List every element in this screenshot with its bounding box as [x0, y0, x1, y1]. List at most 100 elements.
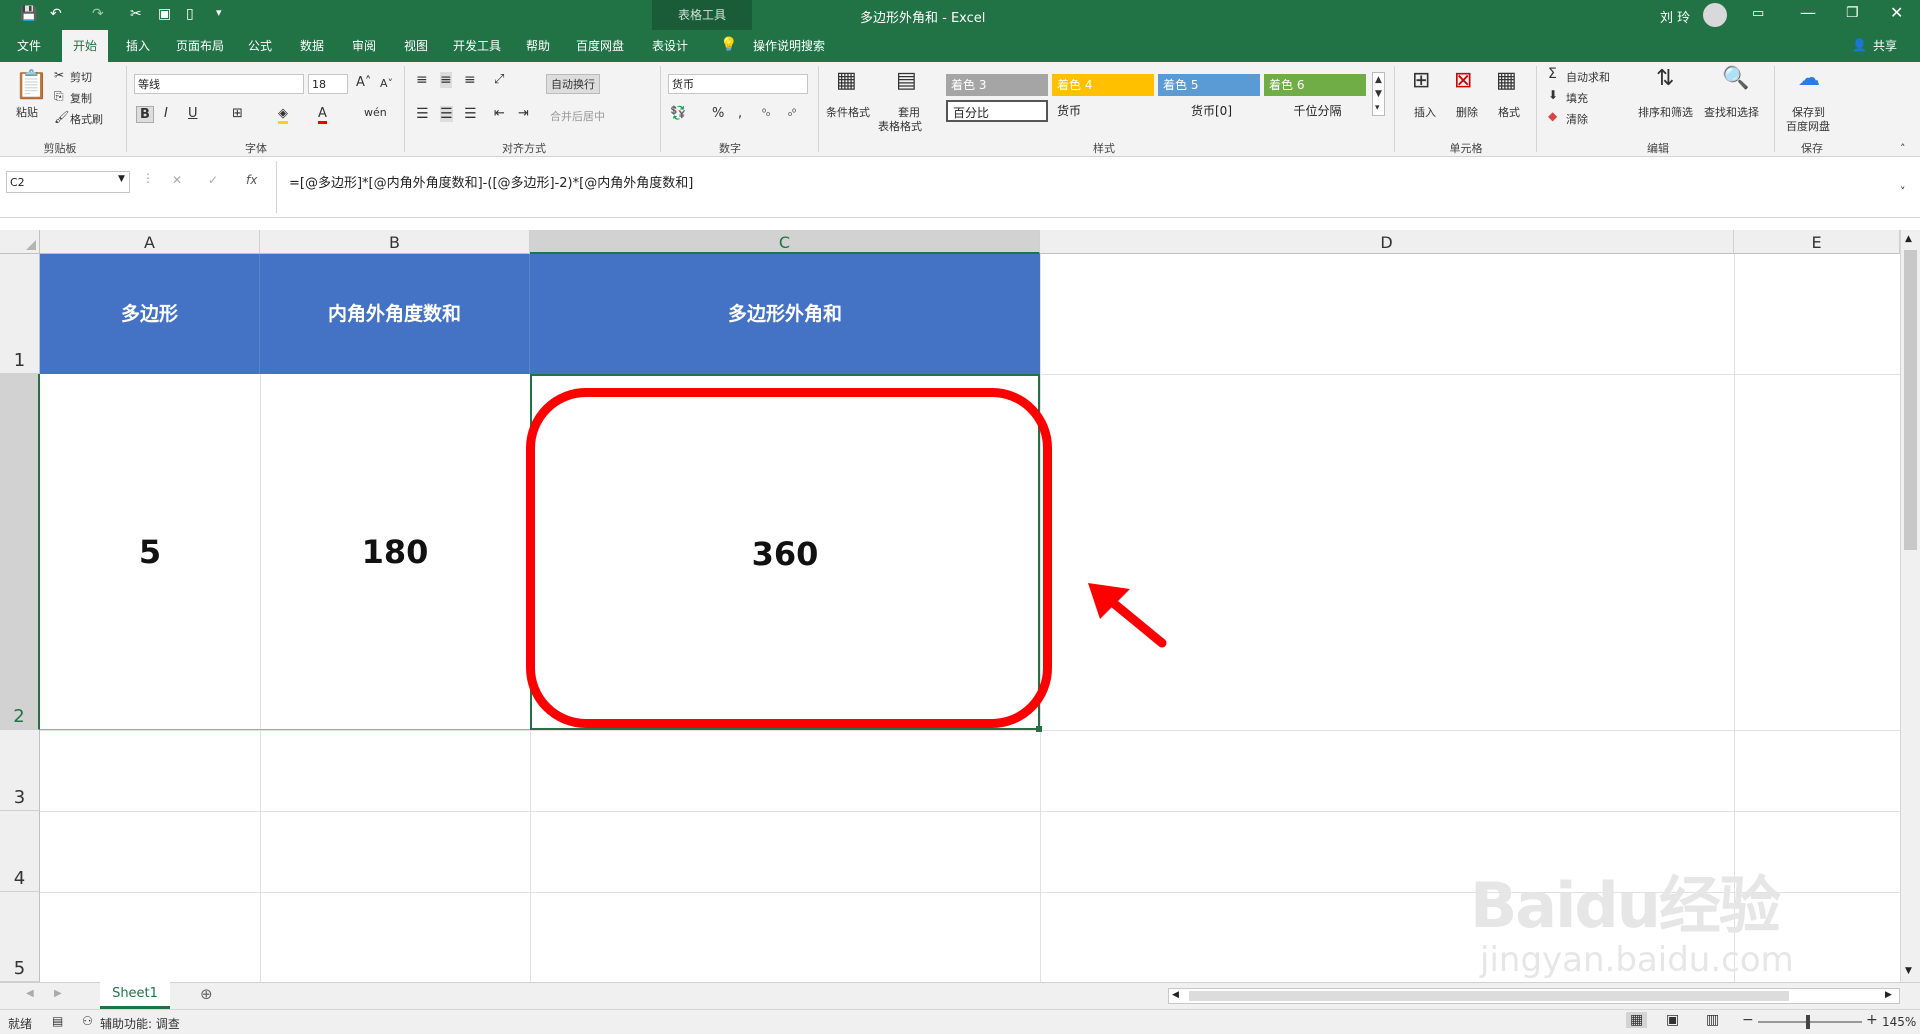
normal-view-icon[interactable]: ▦: [1626, 1012, 1648, 1028]
cell-style-currency[interactable]: 货币: [1052, 100, 1154, 122]
align-center-icon[interactable]: ☰: [440, 106, 453, 122]
row-header-2[interactable]: 2: [0, 374, 40, 730]
redo-icon[interactable]: ↷: [92, 6, 104, 22]
zoom-out-icon[interactable]: −: [1742, 1012, 1754, 1028]
zoom-level[interactable]: 145%: [1882, 1015, 1916, 1029]
decrease-decimal-icon[interactable]: ₀⁰: [788, 108, 796, 119]
ribbon-display-icon[interactable]: ▭: [1752, 6, 1764, 21]
tab-table-design[interactable]: 表设计: [644, 30, 696, 62]
orientation-icon[interactable]: ⤢: [494, 72, 504, 87]
format-painter-button[interactable]: 格式刷: [70, 111, 103, 127]
align-middle-icon[interactable]: ≡: [440, 72, 452, 88]
conditional-format-button[interactable]: 条件格式: [826, 104, 870, 120]
column-header-c[interactable]: C: [530, 230, 1040, 254]
underline-icon[interactable]: U: [188, 106, 198, 121]
cancel-icon[interactable]: ✕: [172, 173, 182, 187]
zoom-in-icon[interactable]: +: [1866, 1012, 1878, 1028]
page-layout-view-icon[interactable]: ▣: [1666, 1012, 1679, 1028]
column-header-d[interactable]: D: [1040, 230, 1734, 254]
macro-record-icon[interactable]: ▤: [52, 1014, 63, 1028]
font-color-icon[interactable]: A: [318, 106, 327, 124]
row-header-3[interactable]: 3: [0, 730, 40, 811]
share-button[interactable]: 共享: [1868, 30, 1902, 62]
expand-formula-icon[interactable]: ˅: [1900, 185, 1906, 198]
insert-function-icon[interactable]: fx: [246, 173, 257, 187]
row-header-4[interactable]: 4: [0, 811, 40, 892]
find-select-button[interactable]: 查找和选择: [1704, 104, 1759, 120]
undo-icon[interactable]: ↶: [50, 6, 62, 22]
sort-filter-button[interactable]: 排序和筛选: [1638, 104, 1693, 120]
horizontal-scroll-thumb[interactable]: [1189, 991, 1789, 1001]
sheet-tab-sheet1[interactable]: Sheet1: [100, 982, 170, 1009]
fill-color-icon[interactable]: ◈: [278, 106, 288, 124]
cell-b2[interactable]: 180: [260, 374, 530, 730]
font-name-select[interactable]: 等线: [134, 74, 304, 94]
cell-style-percent[interactable]: 百分比: [946, 100, 1048, 122]
prev-sheet-icon[interactable]: ◀: [26, 988, 34, 999]
tab-page-layout[interactable]: 页面布局: [168, 30, 232, 62]
percent-icon[interactable]: %: [712, 106, 724, 121]
cell-style-accent4[interactable]: 着色 4: [1052, 74, 1154, 96]
page-break-view-icon[interactable]: ▥: [1706, 1012, 1719, 1028]
font-size-select[interactable]: 18: [308, 74, 348, 94]
decrease-indent-icon[interactable]: ⇤: [494, 106, 505, 121]
user-name[interactable]: 刘 玲: [1660, 7, 1690, 26]
comma-icon[interactable]: ,: [738, 106, 742, 121]
format-as-table-label-2[interactable]: 表格格式: [878, 118, 922, 134]
italic-icon[interactable]: I: [164, 106, 168, 121]
autosum-button[interactable]: 自动求和: [1566, 69, 1610, 85]
scroll-down-icon[interactable]: ▼: [1905, 966, 1912, 976]
wrap-text-button[interactable]: 自动换行: [546, 74, 600, 94]
cell-a2[interactable]: 5: [40, 374, 260, 730]
formula-input-area[interactable]: =[@多边形]*[@内角外角度数和]-([@多边形]-2)*[@内角外角度数和]: [276, 161, 1907, 213]
phonetic-icon[interactable]: wén: [364, 106, 387, 119]
zoom-slider-thumb[interactable]: [1806, 1015, 1810, 1029]
table-header-angle-sum[interactable]: 内角外角度数和: [260, 254, 530, 374]
copy-button[interactable]: 复制: [70, 90, 92, 106]
delete-button[interactable]: 删除: [1456, 104, 1478, 120]
format-qa-icon[interactable]: ▣: [158, 6, 171, 22]
close-icon[interactable]: ✕: [1890, 3, 1903, 22]
scroll-up-icon[interactable]: ▲: [1905, 234, 1912, 244]
bold-icon[interactable]: B: [136, 106, 154, 123]
cell-style-currency0[interactable]: 货币[0]: [1158, 100, 1260, 122]
enter-icon[interactable]: ✓: [208, 173, 218, 187]
column-header-e[interactable]: E: [1734, 230, 1900, 254]
formula-input[interactable]: =[@多边形]*[@内角外角度数和]-([@多边形]-2)*[@内角外角度数和]: [289, 172, 693, 191]
collapse-ribbon-icon[interactable]: ˄: [1900, 142, 1906, 155]
column-header-a[interactable]: A: [40, 230, 260, 254]
save-icon[interactable]: 💾: [20, 6, 37, 22]
accessibility-icon[interactable]: ⚇: [82, 1014, 93, 1028]
tab-review[interactable]: 审阅: [344, 30, 384, 62]
accessibility-status[interactable]: 辅助功能: 调查: [100, 1015, 180, 1032]
fill-handle[interactable]: [1036, 726, 1042, 732]
format-as-table-icon[interactable]: ▤: [896, 68, 917, 93]
cut-qa-icon[interactable]: ✂: [130, 6, 142, 22]
cell-style-accent6[interactable]: 着色 6: [1264, 74, 1366, 96]
find-select-icon[interactable]: 🔍: [1722, 66, 1749, 91]
increase-decimal-icon[interactable]: ⁰₀: [762, 108, 770, 119]
table-header-polygon[interactable]: 多边形: [40, 254, 260, 374]
tell-me-search[interactable]: 操作说明搜索: [744, 30, 834, 62]
styles-scroll-icon[interactable]: ▲ ▼ ▾: [1372, 72, 1385, 116]
column-header-b[interactable]: B: [260, 230, 530, 254]
tab-developer[interactable]: 开发工具: [446, 30, 508, 62]
format-button[interactable]: 格式: [1498, 104, 1520, 120]
scroll-right-icon[interactable]: ▶: [1885, 990, 1892, 1000]
next-sheet-icon[interactable]: ▶: [54, 988, 62, 999]
tab-file[interactable]: 文件: [8, 30, 50, 62]
row-header-1[interactable]: 1: [0, 254, 40, 374]
restore-icon[interactable]: ❐: [1846, 5, 1859, 21]
tab-formulas[interactable]: 公式: [240, 30, 280, 62]
cell-style-accent5[interactable]: 着色 5: [1158, 74, 1260, 96]
cell-style-comma[interactable]: 千位分隔: [1264, 100, 1366, 122]
avatar[interactable]: [1703, 3, 1727, 27]
save-to-label-2[interactable]: 百度网盘: [1786, 118, 1830, 134]
table-header-exterior-sum[interactable]: 多边形外角和: [530, 254, 1040, 374]
borders-icon[interactable]: ⊞: [232, 106, 243, 121]
minimize-icon[interactable]: —: [1800, 3, 1816, 22]
align-right-icon[interactable]: ☰: [464, 106, 477, 122]
scroll-left-icon[interactable]: ◀: [1172, 990, 1179, 1000]
baidu-netdisk-icon[interactable]: ☁: [1798, 66, 1820, 91]
share-icon[interactable]: 👤: [1852, 38, 1867, 52]
